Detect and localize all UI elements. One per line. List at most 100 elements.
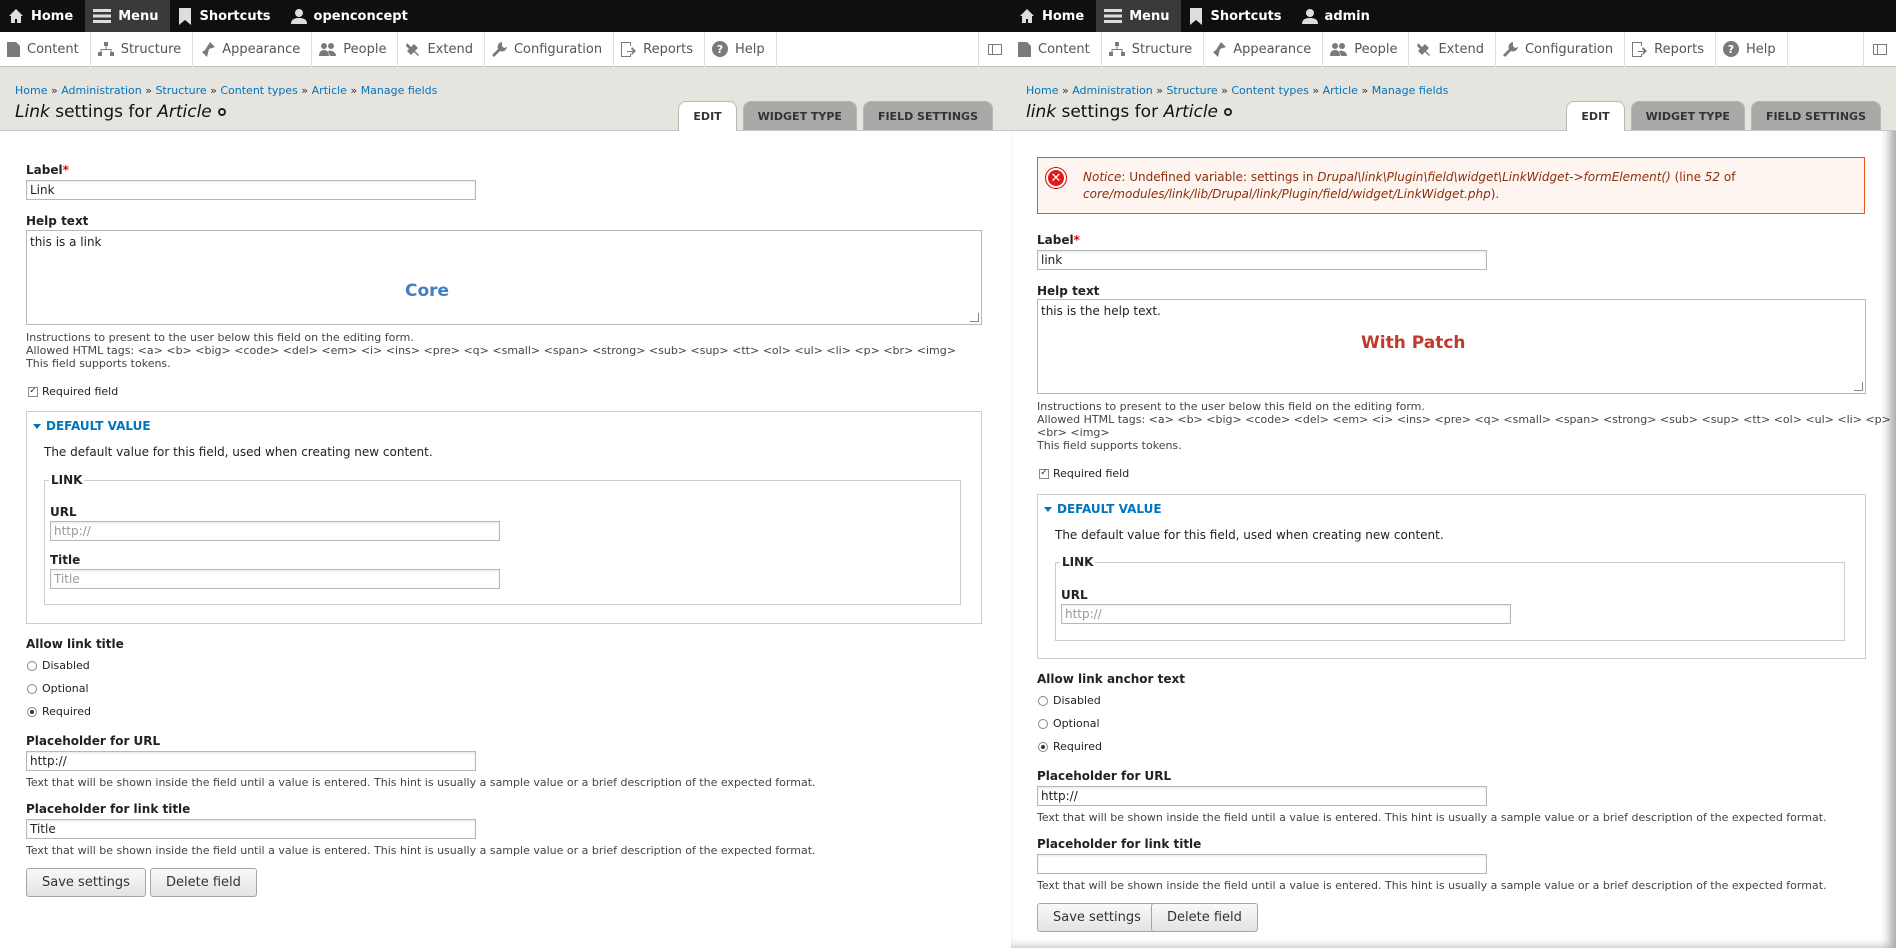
breadcrumb-link[interactable]: Home [15,84,47,97]
default-value-summary[interactable]: Default value [27,412,981,440]
toolbar-shortcuts[interactable]: Shortcuts [1181,0,1293,32]
required-checkbox[interactable]: ✓ Required field [1039,467,1129,480]
shortcut-star-icon[interactable] [1224,108,1233,116]
help-text-textarea[interactable]: this is a link [26,230,982,325]
toolbar-orientation-toggle[interactable] [978,32,1011,67]
radio-optional[interactable]: Optional [27,677,91,700]
help-description: Instructions to present to the user belo… [26,331,414,344]
menu-people[interactable]: People [312,31,399,67]
resize-grip-icon[interactable] [1854,382,1863,391]
menu-appearance[interactable]: Appearance [1204,31,1324,67]
menu-structure[interactable]: Structure [91,31,194,67]
default-url-input[interactable]: http:// [1061,604,1511,624]
placeholder-url-description: Text that will be shown inside the field… [1037,811,1827,824]
toolbar-menu[interactable]: Menu [1096,0,1182,32]
placeholder-url-input[interactable]: http:// [26,751,476,771]
delete-field-button[interactable]: Delete field [150,868,257,897]
page-header: Home » Administration » Structure » Cont… [0,67,1011,131]
toolbar-home[interactable]: Home [1011,0,1096,32]
structure-icon [1108,42,1125,56]
error-text: Notice: Undefined variable: settings in … [1083,170,1736,201]
url-label: URL [50,505,77,519]
toolbar-home[interactable]: Home [0,0,85,32]
radio-required[interactable]: Required [27,700,91,723]
required-checkbox[interactable]: ✓ Required field [28,385,118,398]
patch-pane: Home Menu Shortcuts admin Content Struct… [1011,0,1896,948]
url-label: URL [1061,588,1088,602]
bookmark-icon [1190,7,1203,25]
save-settings-button[interactable]: Save settings [26,868,146,897]
menu-reports[interactable]: Reports [1625,31,1716,67]
default-title-input[interactable]: Title [50,569,500,589]
toolbar-user[interactable]: openconcept [283,0,420,32]
link-fieldset: Link URL http:// Title Title [44,473,961,605]
toolbar-orientation-toggle[interactable] [1863,32,1896,67]
breadcrumb-link[interactable]: Article [312,84,347,97]
breadcrumb-link[interactable]: Content types [1231,84,1309,97]
menu-help[interactable]: ? Help [705,31,777,67]
radio-disabled[interactable]: Disabled [1038,689,1102,712]
menu-extend[interactable]: Extend [1409,31,1496,67]
placeholder-url-input[interactable]: http:// [1037,786,1487,806]
breadcrumb-link[interactable]: Administration [61,84,142,97]
menu-extend[interactable]: Extend [398,31,485,67]
people-icon [319,43,337,56]
core-pane: Home Menu Shortcuts openconcept Content … [0,0,1011,948]
menu-content[interactable]: Content [1011,31,1102,67]
tab-edit[interactable]: Edit [1566,101,1625,131]
checkbox-checked-icon[interactable]: ✓ [1039,468,1049,479]
menu-icon [1104,9,1123,23]
breadcrumb-link[interactable]: Structure [155,84,206,97]
breadcrumb-link[interactable]: Article [1323,84,1358,97]
delete-field-button[interactable]: Delete field [1151,903,1258,932]
help-description: Instructions to present to the user belo… [1037,400,1425,413]
radio-required[interactable]: Required [1038,735,1102,758]
toolbar-menu[interactable]: Menu [85,0,171,32]
menu-configuration[interactable]: Configuration [1496,31,1626,67]
menu-people[interactable]: People [1323,31,1410,67]
menu-reports[interactable]: Reports [614,31,705,67]
structure-icon [97,42,114,56]
menu-help[interactable]: ? Help [1716,31,1788,67]
tab-field-settings[interactable]: Field settings [1750,101,1881,130]
shortcut-star-icon[interactable] [217,108,226,116]
menu-content[interactable]: Content [0,31,91,67]
default-url-input[interactable]: http:// [50,521,500,541]
label-input[interactable]: Link [26,180,476,200]
tab-widget-type[interactable]: Widget type [742,101,857,130]
label-field-label: Label* [1037,233,1080,247]
allow-link-anchor-text-label: Allow link anchor text [1037,672,1185,686]
toolbar-shortcuts[interactable]: Shortcuts [170,0,282,32]
top-toolbar: Home Menu Shortcuts admin [1011,0,1896,32]
breadcrumb-link[interactable]: Manage fields [1372,84,1449,97]
placeholder-title-input[interactable] [1037,854,1487,874]
tab-edit[interactable]: Edit [678,101,737,131]
resize-grip-icon[interactable] [970,313,979,322]
breadcrumb-link[interactable]: Structure [1166,84,1217,97]
menu-configuration[interactable]: Configuration [485,31,615,67]
tab-widget-type[interactable]: Widget type [1630,101,1745,130]
triangle-down-icon [1044,506,1052,512]
primary-tabs: Edit Widget type Field settings [1566,101,1881,131]
breadcrumb-link[interactable]: Manage fields [361,84,438,97]
default-value-summary[interactable]: Default value [1038,495,1865,523]
breadcrumb-link[interactable]: Administration [1072,84,1153,97]
allow-link-title-radios: Disabled Optional Required [27,654,91,723]
reports-icon [1632,41,1648,57]
breadcrumb-link[interactable]: Home [1026,84,1058,97]
tab-field-settings[interactable]: Field settings [862,101,993,130]
breadcrumb: Home » Administration » Structure » Cont… [1026,84,1449,97]
allow-link-title-label: Allow link title [26,637,124,651]
menu-structure[interactable]: Structure [1102,31,1205,67]
home-icon [9,9,23,23]
radio-optional[interactable]: Optional [1038,712,1102,735]
checkbox-checked-icon[interactable]: ✓ [28,386,38,397]
toolbar-user[interactable]: admin [1294,0,1382,32]
label-input[interactable]: link [1037,250,1487,270]
placeholder-title-input[interactable]: Title [26,819,476,839]
menu-appearance[interactable]: Appearance [193,31,313,67]
breadcrumb-link[interactable]: Content types [220,84,298,97]
save-settings-button[interactable]: Save settings [1037,903,1157,932]
admin-menu-bar: Content Structure Appearance People Exte… [1011,31,1896,67]
radio-disabled[interactable]: Disabled [27,654,91,677]
